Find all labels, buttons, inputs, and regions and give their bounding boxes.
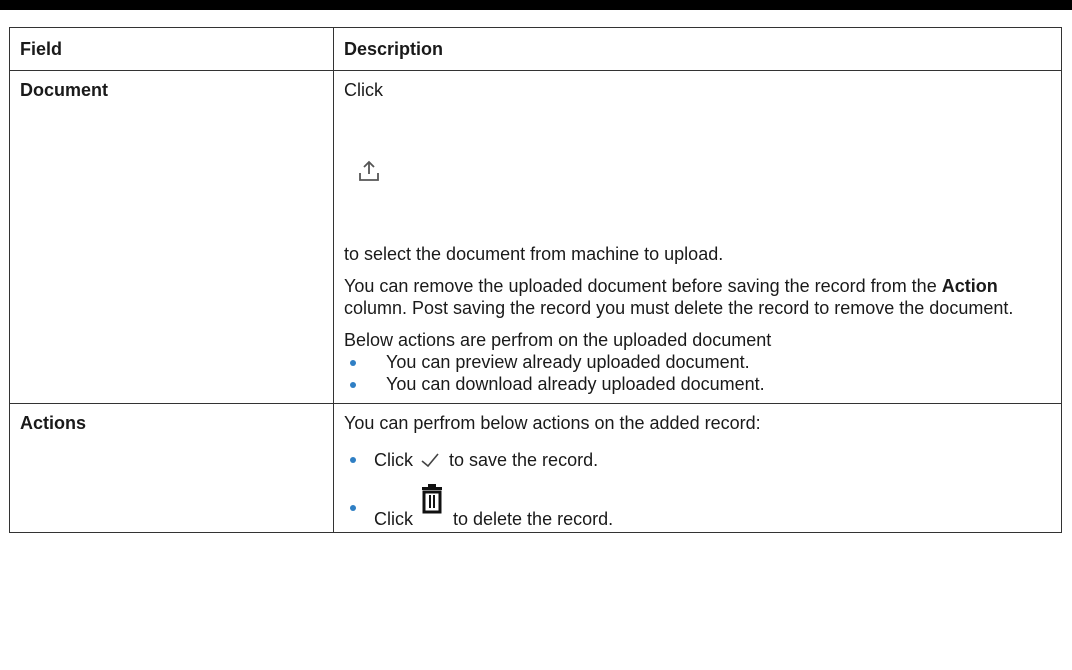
click-text: Click bbox=[344, 80, 383, 100]
trash-icon[interactable] bbox=[419, 484, 445, 514]
bullet-text: You can download already uploaded docume… bbox=[386, 374, 765, 394]
document-actions-list: You can preview already uploaded documen… bbox=[344, 351, 1051, 395]
top-rule bbox=[0, 0, 1072, 10]
field-description-table: Field Description Document Click to sele… bbox=[9, 27, 1062, 533]
actions-intro: Below actions are perfrom on the uploade… bbox=[344, 330, 772, 350]
actions-row-intro: You can perfrom below actions on the add… bbox=[344, 413, 761, 433]
table-header-row: Field Description bbox=[9, 27, 1062, 71]
delete-action-line: Click to delete the record. bbox=[344, 484, 1051, 532]
upload-icon[interactable] bbox=[357, 159, 381, 183]
bullet-icon bbox=[350, 382, 356, 388]
delete-action-text: to delete the record. bbox=[453, 509, 614, 529]
table-row-actions: Actions You can perfrom below actions on… bbox=[9, 403, 1062, 533]
save-click-text: Click bbox=[374, 450, 413, 470]
bullet-icon bbox=[350, 505, 356, 511]
bullet-text: You can preview already uploaded documen… bbox=[386, 352, 750, 372]
checkmark-icon[interactable] bbox=[419, 449, 441, 471]
upload-instruction: to select the document from machine to u… bbox=[344, 244, 724, 264]
delete-click-text: Click bbox=[374, 509, 413, 529]
field-name-document: Document bbox=[9, 70, 334, 404]
table-row-document: Document Click to select the document fr… bbox=[9, 70, 1062, 404]
action-column-name: Action bbox=[941, 276, 998, 296]
save-action-line: Click to save the record. bbox=[344, 440, 1051, 480]
description-actions: You can perfrom below actions on the add… bbox=[333, 403, 1062, 533]
remove-note-part-2: column. Post saving the record you must … bbox=[344, 298, 1014, 318]
header-field: Field bbox=[9, 27, 334, 71]
list-item: You can download already uploaded docume… bbox=[344, 373, 1051, 395]
description-document: Click to select the document from machin… bbox=[333, 70, 1062, 404]
remove-note: You can remove the uploaded document bef… bbox=[344, 275, 1051, 319]
bullet-icon bbox=[350, 360, 356, 366]
bullet-icon bbox=[350, 457, 356, 463]
list-item: You can preview already uploaded documen… bbox=[344, 351, 1051, 373]
save-action-text: to save the record. bbox=[449, 450, 599, 470]
header-description: Description bbox=[333, 27, 1062, 71]
remove-note-part-1: You can remove the uploaded document bef… bbox=[344, 276, 942, 296]
field-name-actions: Actions bbox=[9, 403, 334, 533]
